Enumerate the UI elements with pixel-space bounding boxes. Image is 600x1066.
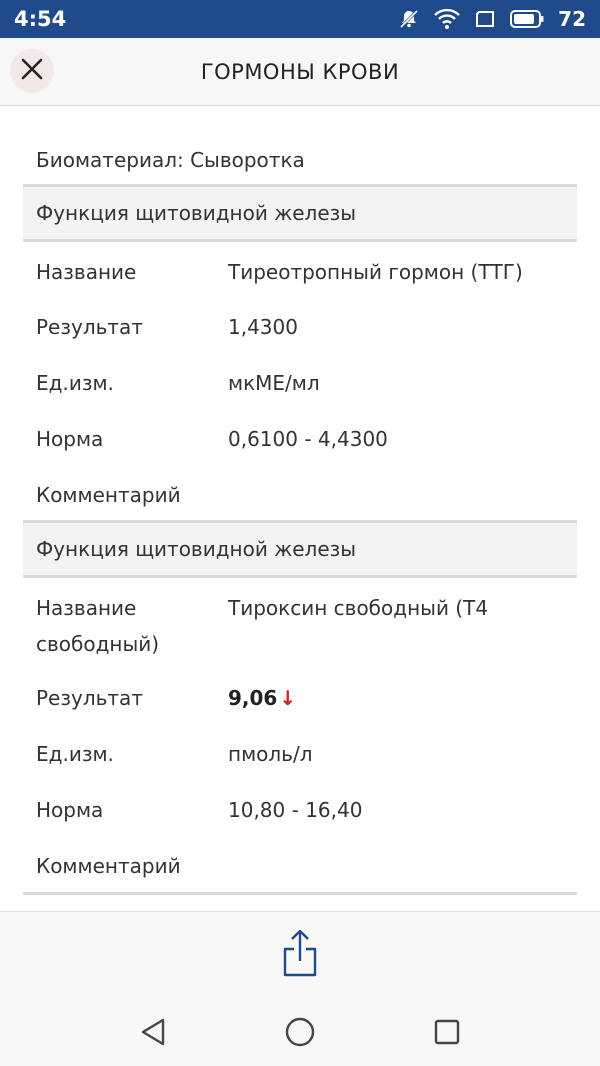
results-content[interactable]: Биоматериал: Сыворотка Функция щитовидно… <box>0 107 600 911</box>
share-icon <box>283 929 317 976</box>
norm-label: Норма <box>36 798 104 822</box>
result-row: Результат 1,4300 <box>23 297 577 353</box>
nav-home-button[interactable] <box>275 1007 325 1057</box>
system-nav-bar <box>0 997 600 1066</box>
unit-row: Ед.изм. мкМЕ/мл <box>23 353 577 409</box>
name-value: Тиреотропный гормон (ТТГ) <box>228 260 523 284</box>
comment-row: Комментарий <box>23 838 577 894</box>
name-label: Название <box>36 596 137 620</box>
low-flag-icon: ↓ <box>279 686 297 710</box>
comment-label: Комментарий <box>36 854 181 878</box>
result-value: 1,4300 <box>228 315 298 339</box>
section-header: Функция щитовидной железы <box>23 184 577 242</box>
name-value: Тироксин свободный (Т4 <box>228 596 489 620</box>
unit-label: Ед.изм. <box>36 371 114 395</box>
status-bar: 4:54 72 <box>0 0 600 38</box>
result-value-group: 9,06 ↓ <box>228 686 296 710</box>
home-circle-icon <box>285 1017 315 1046</box>
name-row: Название Тироксин свободный (Т4 свободны… <box>23 578 577 670</box>
wifi-icon <box>434 8 461 30</box>
norm-row: Норма 10,80 - 16,40 <box>23 782 577 838</box>
close-button[interactable] <box>10 49 54 93</box>
unit-row: Ед.изм. пмоль/л <box>23 726 577 782</box>
status-icons: 72 <box>398 7 586 31</box>
share-button[interactable] <box>282 929 318 981</box>
result-section-tsh: Функция щитовидной железы Название Тирео… <box>23 184 577 521</box>
battery-level: 72 <box>558 7 586 31</box>
result-section-t4: Функция щитовидной железы Название Тирок… <box>23 520 577 894</box>
nav-recents-button[interactable] <box>422 1007 472 1057</box>
comment-row: Комментарий <box>23 465 577 521</box>
unit-label: Ед.изм. <box>36 742 114 766</box>
result-label: Результат <box>36 686 143 710</box>
status-time: 4:54 <box>14 7 67 31</box>
divider <box>23 892 577 895</box>
name-value-continuation: свободный) <box>36 632 160 656</box>
unit-value: пмоль/л <box>228 742 313 766</box>
comment-label: Комментарий <box>36 483 181 507</box>
notifications-muted-icon <box>398 8 420 30</box>
norm-label: Норма <box>36 427 104 451</box>
nav-back-button[interactable] <box>128 1007 178 1057</box>
biomaterial-label: Биоматериал: Сыворотка <box>36 148 305 172</box>
unit-value: мкМЕ/мл <box>228 371 320 395</box>
norm-value: 10,80 - 16,40 <box>228 798 363 822</box>
result-label: Результат <box>36 315 143 339</box>
section-header: Функция щитовидной железы <box>23 520 577 578</box>
name-row: Название Тиреотропный гормон (ТТГ) <box>23 242 577 297</box>
result-value: 9,06 <box>228 686 278 710</box>
close-icon <box>20 57 44 85</box>
norm-value: 0,6100 - 4,4300 <box>228 427 388 451</box>
recents-square-icon <box>434 1019 459 1044</box>
result-row: Результат 9,06 ↓ <box>23 670 577 726</box>
name-label: Название <box>36 260 137 284</box>
screen-icon <box>474 9 496 29</box>
back-triangle-icon <box>142 1018 165 1045</box>
app-header: ГОРМОНЫ КРОВИ <box>0 38 600 106</box>
page-title: ГОРМОНЫ КРОВИ <box>200 59 400 84</box>
norm-row: Норма 0,6100 - 4,4300 <box>23 409 577 465</box>
action-bar <box>0 911 600 997</box>
battery-icon <box>510 10 544 28</box>
